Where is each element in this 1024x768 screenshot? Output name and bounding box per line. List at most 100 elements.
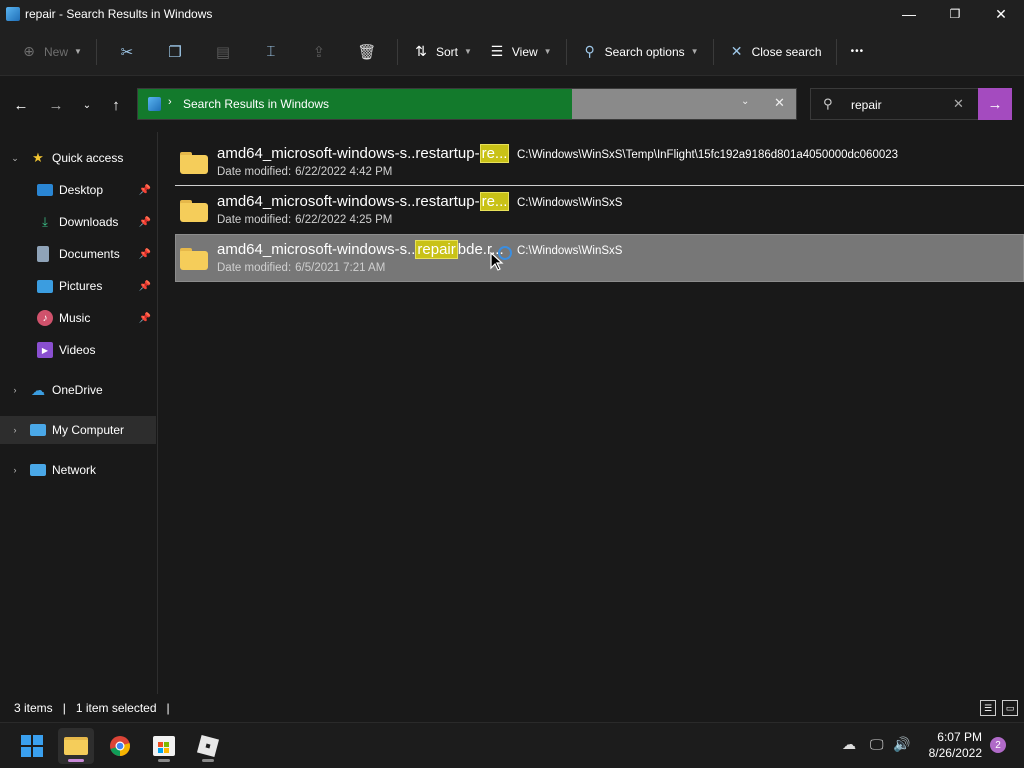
list-item[interactable]: amd64_microsoft-windows-s..restartup-re.… (175, 138, 1024, 186)
taskbar-store[interactable] (146, 728, 182, 764)
new-button[interactable]: ⊕ New ▼ (12, 35, 90, 69)
taskbar-roblox[interactable] (190, 728, 226, 764)
copy-button[interactable]: ❐ (151, 35, 199, 69)
expand-chevron-icon[interactable]: › (8, 385, 22, 395)
network-icon (30, 464, 46, 476)
windows-logo-icon (21, 735, 43, 757)
search-options-button[interactable]: ⚲ Search options ▼ (573, 35, 707, 69)
more-icon: ••• (850, 46, 865, 57)
clock-date: 8/26/2022 (928, 746, 982, 760)
paste-button[interactable]: ▤ (199, 35, 247, 69)
toolbar-divider (565, 38, 567, 65)
cut-button[interactable]: ✂ (103, 35, 151, 69)
sidebar-item-label: Desktop (59, 183, 104, 197)
back-button[interactable]: ← (10, 94, 32, 116)
sidebar-item-onedrive[interactable]: › ☁ OneDrive (0, 376, 156, 404)
search-go-button[interactable]: → (978, 88, 1012, 120)
pin-icon: 📌 (138, 184, 151, 196)
sidebar-item-desktop[interactable]: Desktop 📌 (0, 176, 156, 204)
onedrive-offline-icon[interactable]: ☁ (842, 736, 856, 753)
item-date-modified: Date modified: 6/22/2022 4:42 PM (217, 166, 393, 178)
toolbar-divider (835, 38, 837, 65)
rename-button[interactable]: ⌶ (247, 35, 295, 69)
video-icon: ▶ (37, 342, 53, 358)
close-search-button[interactable]: ✕ Close search (720, 35, 830, 69)
restore-button[interactable]: ❐ (932, 0, 978, 28)
window-controls: — ❐ ✕ (886, 0, 1024, 28)
tiles-view-button[interactable]: ▭ (1002, 700, 1018, 716)
item-name[interactable]: amd64_microsoft-windows-s.. repair bde.r..… (217, 240, 504, 259)
clock-time: 6:07 PM (937, 730, 982, 744)
active-indicator (68, 759, 84, 762)
expand-chevron-icon[interactable]: › (8, 425, 22, 435)
expand-chevron-icon[interactable]: › (8, 465, 22, 475)
details-view-icon: ☰ (983, 702, 993, 713)
minimize-button[interactable]: — (886, 0, 932, 28)
breadcrumb[interactable]: Search Results in Windows (183, 97, 329, 111)
arrow-up-icon: ↑ (112, 96, 120, 114)
view-toggle: ☰ ▭ (980, 700, 1018, 716)
sort-button[interactable]: ⇅ Sort ▼ (404, 35, 480, 69)
sidebar-item-pictures[interactable]: Pictures 📌 (0, 272, 156, 300)
sidebar-item-my-computer[interactable]: › My Computer (0, 416, 156, 444)
toolbar-divider (396, 38, 398, 65)
taskbar-chrome[interactable] (102, 728, 138, 764)
item-date-modified: Date modified: 6/5/2021 7:21 AM (217, 262, 386, 274)
list-item[interactable]: amd64_microsoft-windows-s.. repair bde.r..… (175, 234, 1024, 282)
address-bar[interactable]: › Search Results in Windows ⌄ ✕ (137, 88, 797, 120)
taskbar-file-explorer[interactable] (58, 728, 94, 764)
sidebar-item-label: Videos (59, 343, 96, 357)
sidebar-item-network[interactable]: › Network (0, 456, 156, 484)
chevron-down-icon: ▼ (74, 47, 82, 56)
view-label: View (511, 44, 538, 59)
sidebar-item-downloads[interactable]: ⤓ Downloads 📌 (0, 208, 156, 236)
toolbar-divider (95, 38, 97, 65)
search-location-icon (148, 97, 161, 111)
item-path: C:\Windows\WinSxS (517, 197, 623, 209)
running-indicator (158, 759, 170, 762)
trash-icon: 🗑 (357, 43, 377, 61)
sidebar-item-videos[interactable]: ▶ Videos (0, 336, 156, 364)
list-item[interactable]: amd64_microsoft-windows-s..restartup-re.… (175, 186, 1024, 234)
search-input[interactable]: repair (851, 98, 882, 112)
clock[interactable]: 6:07 PM 8/26/2022 (929, 729, 982, 761)
sidebar-item-documents[interactable]: Documents 📌 (0, 240, 156, 268)
forward-button[interactable]: → (45, 94, 67, 116)
roblox-icon (196, 734, 220, 758)
close-button[interactable]: ✕ (978, 0, 1024, 28)
view-button[interactable]: ☰ View ▼ (480, 35, 560, 69)
paste-icon: ▤ (215, 43, 231, 61)
recent-locations-button[interactable]: ⌄ (76, 94, 98, 116)
network-status-icon[interactable]: 🖵 (870, 736, 884, 753)
search-highlight: repair (415, 240, 458, 259)
stop-search-icon[interactable]: ✕ (774, 95, 785, 111)
search-options-label: Search options (604, 44, 685, 59)
up-button[interactable]: ↑ (105, 94, 127, 116)
sort-icon: ⇅ (415, 43, 427, 59)
chrome-icon (110, 736, 130, 756)
start-button[interactable] (14, 728, 50, 764)
running-indicator (202, 759, 214, 762)
delete-button[interactable]: 🗑 (343, 35, 391, 69)
address-dropdown-icon[interactable]: ⌄ (741, 96, 749, 107)
clear-search-icon[interactable]: ✕ (953, 96, 964, 112)
item-name[interactable]: amd64_microsoft-windows-s..restartup-re.… (217, 192, 510, 211)
star-icon: ★ (32, 150, 44, 165)
rename-icon: ⌶ (266, 43, 276, 60)
expand-chevron-icon[interactable]: ⌄ (8, 153, 22, 164)
share-button[interactable]: ⇪ (295, 35, 343, 69)
item-name[interactable]: amd64_microsoft-windows-s..restartup-re.… (217, 144, 510, 163)
sidebar-item-quick-access[interactable]: ⌄ ★ Quick access (0, 144, 156, 172)
item-path: C:\Windows\WinSxS (517, 245, 623, 257)
sidebar-item-music[interactable]: ♪ Music 📌 (0, 304, 156, 332)
mouse-cursor-icon (490, 252, 504, 271)
search-highlight: re... (479, 192, 510, 211)
see-more-button[interactable]: ••• (843, 35, 873, 69)
sidebar-item-label: Pictures (59, 279, 103, 293)
details-view-button[interactable]: ☰ (980, 700, 996, 716)
command-bar: ⊕ New ▼ ✂ ❐ ▤ ⌶ ⇪ 🗑 ⇅ Sort ▼ ☰ View ▼ ⚲ … (0, 28, 1024, 76)
scissors-icon: ✂ (120, 43, 134, 61)
search-results-list: amd64_microsoft-windows-s..restartup-re.… (160, 132, 1024, 694)
notification-badge[interactable]: 2 (990, 737, 1006, 753)
volume-icon[interactable]: 🔊 (893, 736, 910, 753)
